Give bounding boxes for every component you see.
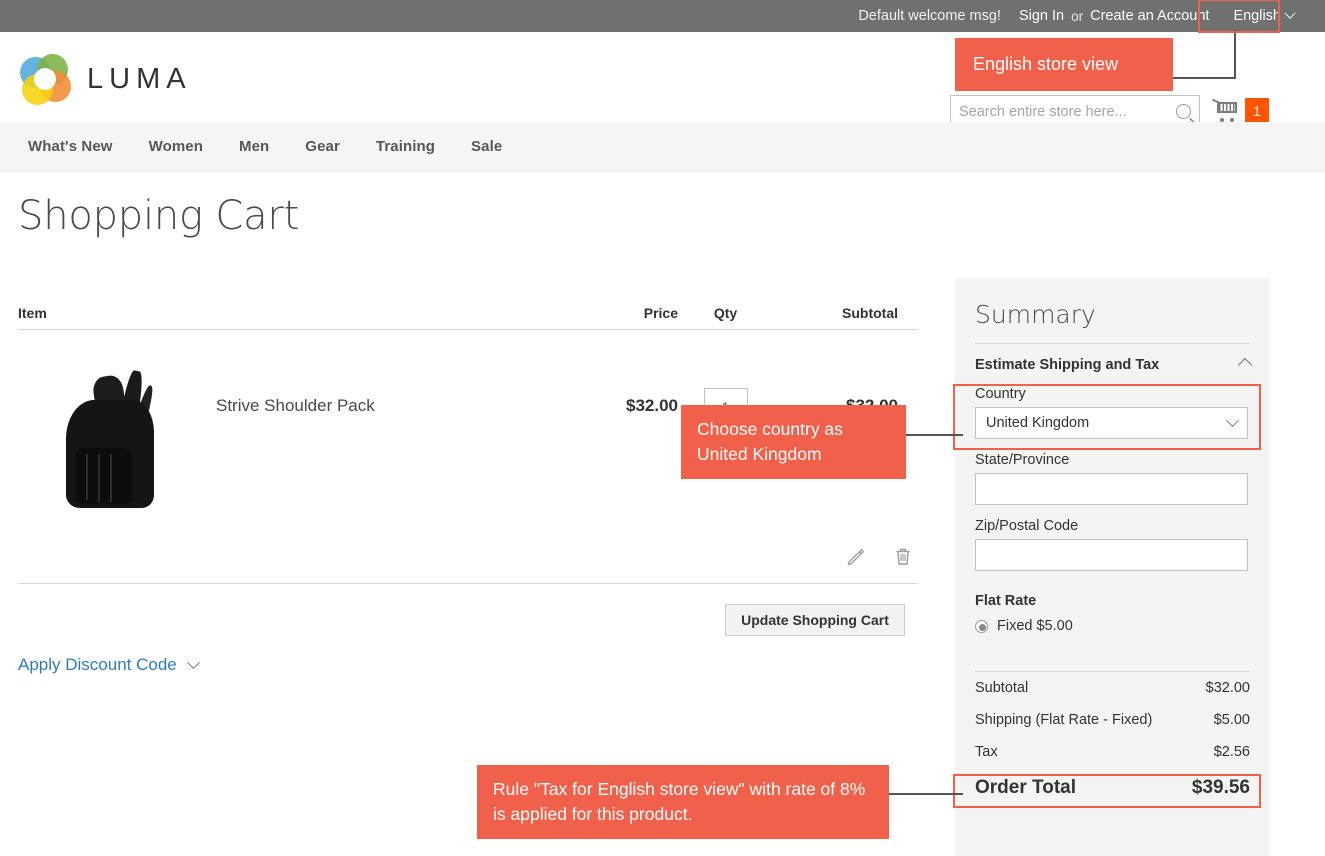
- flat-rate-heading: Flat Rate: [975, 593, 1037, 609]
- annotation-connector-english-h: [1173, 77, 1236, 79]
- search-icon[interactable]: [1176, 104, 1191, 119]
- summary-divider: [975, 343, 1250, 344]
- shipping-method-option[interactable]: Fixed $5.00: [975, 618, 1250, 634]
- country-label: Country: [975, 386, 1026, 402]
- annotation-english-store-view: English store view: [955, 38, 1173, 91]
- order-total-label: Order Total: [975, 777, 1076, 798]
- product-image[interactable]: [38, 348, 198, 518]
- total-row-tax: Tax $2.56: [975, 736, 1250, 768]
- annotation-connector-country: [906, 434, 963, 436]
- logo-text: LUMA: [87, 62, 192, 95]
- total-row-subtotal: Subtotal $32.00: [975, 672, 1250, 704]
- chevron-down-icon: [1226, 413, 1239, 427]
- radio-selected-icon[interactable]: [975, 619, 988, 633]
- column-header-item: Item: [18, 305, 47, 321]
- column-header-subtotal: Subtotal: [842, 305, 898, 321]
- cart-count-badge: 1: [1245, 98, 1269, 124]
- chevron-down-icon: [186, 655, 200, 669]
- state-province-input[interactable]: [975, 473, 1248, 505]
- chevron-up-icon: [1237, 357, 1253, 373]
- annotation-connector-english-v: [1234, 30, 1236, 79]
- state-province-label: State/Province: [975, 452, 1070, 468]
- column-header-price: Price: [643, 305, 678, 321]
- product-price: $32.00: [626, 396, 678, 415]
- zip-postal-code-label: Zip/Postal Code: [975, 518, 1079, 534]
- page-title: Shopping Cart: [18, 193, 300, 239]
- apply-discount-code-label: Apply Discount Code: [18, 655, 177, 674]
- estimate-shipping-tax-toggle[interactable]: Estimate Shipping and Tax: [975, 357, 1253, 373]
- tax-label: Tax: [975, 744, 998, 760]
- shipping-label: Shipping (Flat Rate - Fixed): [975, 712, 1153, 728]
- or-separator: or: [1071, 8, 1084, 24]
- main-navigation: What's New Women Men Gear Training Sale: [0, 122, 1325, 172]
- product-name[interactable]: Strive Shoulder Pack: [216, 396, 375, 416]
- annotation-connector-tax: [889, 793, 963, 795]
- search-input[interactable]: [959, 103, 1176, 120]
- nav-item-training[interactable]: Training: [358, 138, 453, 155]
- nav-item-women[interactable]: Women: [131, 138, 221, 155]
- estimate-shipping-tax-label: Estimate Shipping and Tax: [975, 357, 1160, 373]
- mini-cart[interactable]: 1: [1211, 98, 1269, 124]
- nav-item-men[interactable]: Men: [221, 138, 287, 155]
- shipping-method-label: Fixed $5.00: [997, 618, 1073, 634]
- site-logo[interactable]: LUMA: [20, 54, 192, 105]
- subtotal-label: Subtotal: [975, 680, 1029, 696]
- welcome-message: Default welcome msg!: [858, 8, 1001, 24]
- zip-postal-code-input[interactable]: [975, 539, 1248, 571]
- delete-trash-icon[interactable]: [893, 546, 913, 566]
- cart-table-header: Item Price Qty Subtotal: [18, 296, 918, 330]
- apply-discount-code-toggle[interactable]: Apply Discount Code: [18, 655, 200, 675]
- order-summary-panel: Summary Estimate Shipping and Tax Countr…: [953, 278, 1270, 856]
- country-select[interactable]: United Kingdom: [975, 407, 1248, 439]
- column-header-qty: Qty: [713, 305, 738, 321]
- chevron-down-icon: [1284, 7, 1296, 19]
- page-root: Default welcome msg! Sign In or Create a…: [0, 0, 1325, 856]
- create-account-link[interactable]: Create an Account: [1090, 8, 1209, 24]
- cart-item-cell: Strive Shoulder Pack: [18, 348, 598, 560]
- total-row-shipping: Shipping (Flat Rate - Fixed) $5.00: [975, 704, 1250, 736]
- nav-item-whats-new[interactable]: What's New: [10, 138, 131, 155]
- cart-icon[interactable]: [1211, 98, 1238, 122]
- row-action-buttons: [846, 546, 913, 566]
- shipping-value: $5.00: [1213, 712, 1250, 728]
- subtotal-value: $32.00: [1205, 680, 1250, 696]
- shoulder-pack-illustration: [60, 362, 170, 512]
- nav-item-sale[interactable]: Sale: [453, 138, 520, 155]
- top-utility-bar: Default welcome msg! Sign In or Create a…: [0, 0, 1325, 32]
- annotation-tax-rule: Rule "Tax for English store view" with r…: [477, 765, 889, 839]
- tax-value: $2.56: [1213, 744, 1250, 760]
- sign-in-link[interactable]: Sign In: [1019, 8, 1064, 24]
- order-total-value: $39.56: [1191, 777, 1250, 798]
- language-switcher[interactable]: English: [1225, 4, 1303, 29]
- annotation-choose-country: Choose country as United Kingdom: [681, 405, 906, 479]
- luma-logo-icon: [20, 54, 71, 105]
- update-shopping-cart-button[interactable]: Update Shopping Cart: [725, 604, 905, 636]
- nav-item-gear[interactable]: Gear: [287, 138, 358, 155]
- edit-pencil-icon[interactable]: [846, 546, 866, 566]
- summary-title: Summary: [975, 300, 1096, 329]
- country-selected-value: United Kingdom: [986, 415, 1090, 431]
- language-label: English: [1233, 7, 1281, 24]
- order-total-row: Order Total $39.56: [975, 777, 1250, 799]
- cart-row-divider: [18, 583, 918, 584]
